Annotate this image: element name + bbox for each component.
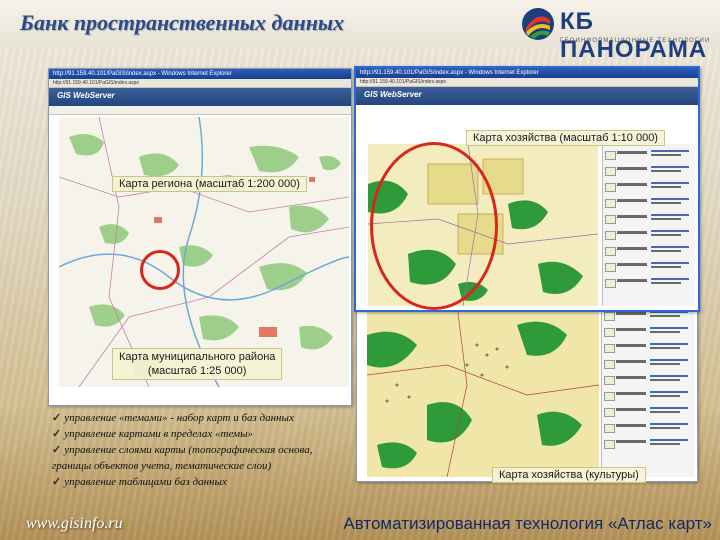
panorama-logo-icon <box>522 8 554 40</box>
feature-item: ✓ управление «темами» - набор карт и баз … <box>52 410 352 426</box>
feature-item: ✓ управление картами в пределах «темы» <box>52 426 352 442</box>
gis-webserver-header: GIS WebServer <box>356 87 698 105</box>
map-toolbar <box>49 106 351 115</box>
farm-crops-map[interactable] <box>367 305 599 477</box>
logo-tagline: ГЕОИНФОРМАЦИОННЫЕ ТЕХНОЛОГИИ <box>560 38 711 44</box>
feature-item: ✓ управление слоями карты (топографическа… <box>52 442 352 474</box>
gis-webserver-logo: GIS WebServer <box>57 91 115 100</box>
checkmark-icon: ✓ <box>52 476 62 488</box>
region-highlight-circle <box>140 250 180 290</box>
label-farm-crops-map: Карта хозяйства (культуры) <box>492 467 646 483</box>
feature-list: ✓ управление «темами» - набор карт и баз … <box>52 410 352 490</box>
feature-text: управление картами в пределах «темы» <box>64 428 254 440</box>
label-farm-map: Карта хозяйства (масштаб 1:10 000) <box>466 130 665 146</box>
label-municipal-line2: (масштаб 1:25 000) <box>147 365 247 377</box>
gis-webserver-logo: GIS WebServer <box>364 90 422 99</box>
window-title-bar: http://91.159.40.101/PaGIS/index.aspx - … <box>356 68 698 78</box>
farm-attribute-panel <box>602 144 695 306</box>
label-municipal-line1: Карта муниципального района <box>119 351 276 363</box>
browser-window-crops <box>356 300 698 482</box>
label-municipal-map: Карта муниципального района (масштаб 1:2… <box>112 348 283 380</box>
address-bar[interactable]: http://91.159.40.101/PaGIS/index.aspx <box>49 79 351 88</box>
page-title: Банк пространственных данных <box>20 10 345 35</box>
window-title-bar: http://91.159.40.101/PaGIS/index.aspx - … <box>49 69 351 79</box>
farm-highlight-circle <box>370 142 498 310</box>
label-region-map: Карта региона (масштаб 1:200 000) <box>112 176 307 192</box>
crops-attribute-panel <box>601 305 694 477</box>
gis-webserver-header: GIS WebServer <box>49 88 351 106</box>
feature-item: ✓ управление таблицами баз данных <box>52 474 352 490</box>
checkmark-icon: ✓ <box>52 444 62 456</box>
feature-text: управление «темами» - набор карт и баз д… <box>64 412 294 424</box>
header: Банк пространственных данных КБ ПАНОРАМА… <box>0 0 720 63</box>
region-map[interactable] <box>59 117 349 387</box>
footer-caption: Автоматизированная технология «Атлас кар… <box>343 514 712 533</box>
address-bar[interactable]: http://91.159.40.101/PaGIS/index.aspx <box>356 78 698 87</box>
feature-text: управление слоями карты (топографическая… <box>52 444 313 472</box>
checkmark-icon: ✓ <box>52 412 62 424</box>
feature-text: управление таблицами баз данных <box>64 476 227 488</box>
company-logo: КБ ПАНОРАМА ГЕОИНФОРМАЦИОННЫЕ ТЕХНОЛОГИИ <box>520 6 716 63</box>
footer-website-link[interactable]: www.gisinfo.ru <box>26 515 123 533</box>
checkmark-icon: ✓ <box>52 428 62 440</box>
logo-name: КБ ПАНОРАМА <box>560 8 708 63</box>
